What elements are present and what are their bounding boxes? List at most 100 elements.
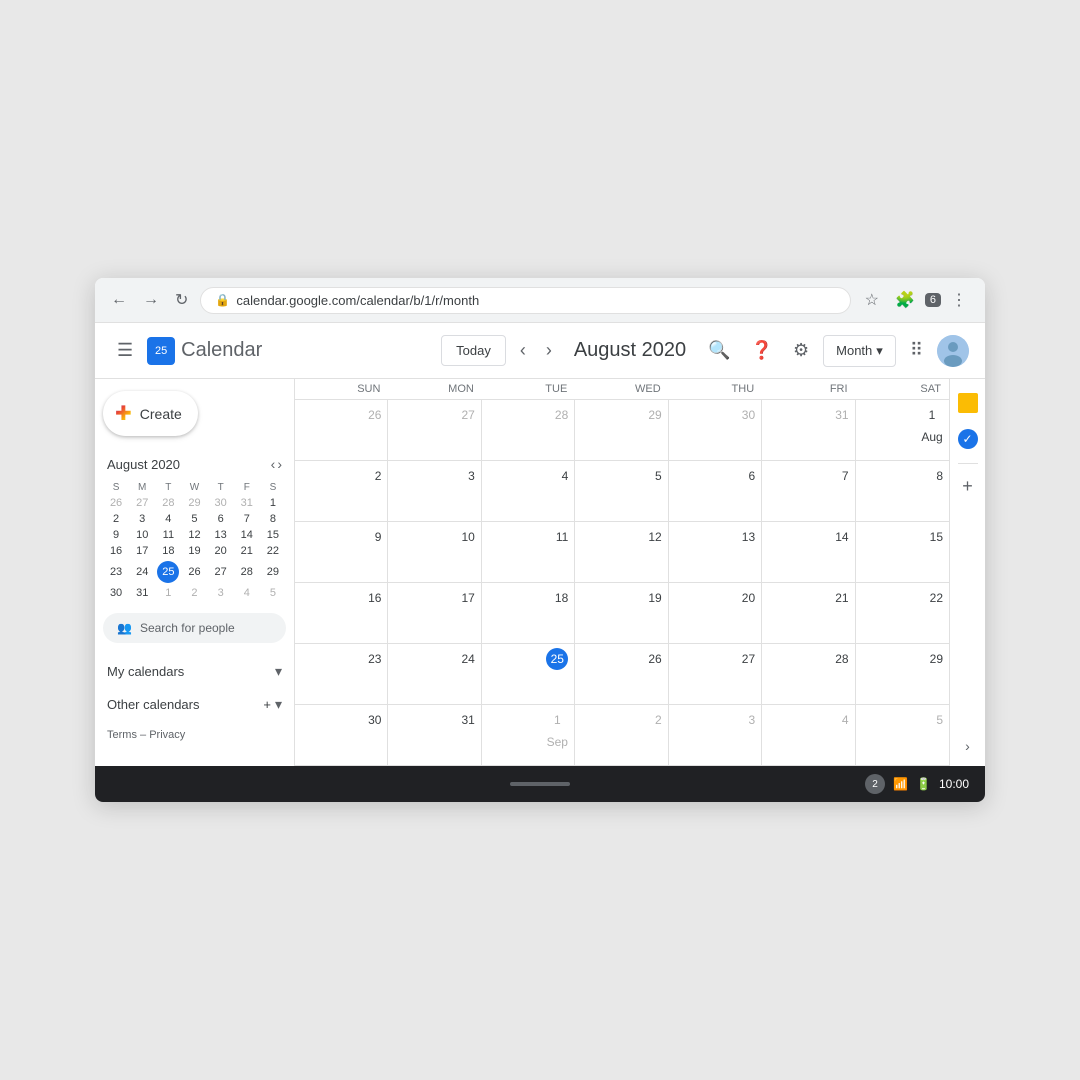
calendar-cell[interactable]: 19 xyxy=(575,583,668,643)
more-button[interactable]: ⋮ xyxy=(945,286,973,314)
mini-cal-day[interactable]: 27 xyxy=(129,495,155,511)
mini-cal-day[interactable]: 6 xyxy=(208,511,234,527)
calendar-cell[interactable]: 18 xyxy=(482,583,575,643)
mini-cal-day[interactable]: 28 xyxy=(234,559,260,585)
mini-prev-month-button[interactable]: ‹ xyxy=(271,456,276,472)
mini-cal-day[interactable]: 13 xyxy=(208,527,234,543)
mini-cal-day[interactable]: 15 xyxy=(260,527,286,543)
calendar-cell[interactable]: 21 xyxy=(762,583,855,643)
calendar-cell[interactable]: 2 xyxy=(575,705,668,765)
calendar-cell[interactable]: 20 xyxy=(669,583,762,643)
calendar-cell[interactable]: 26 xyxy=(295,400,388,460)
calendar-cell[interactable]: 15 xyxy=(856,522,949,582)
other-calendars-add-icon[interactable]: + xyxy=(263,697,271,712)
mini-cal-day[interactable]: 9 xyxy=(103,527,129,543)
mini-cal-day[interactable]: 24 xyxy=(129,559,155,585)
mini-cal-day[interactable]: 4 xyxy=(155,511,181,527)
prev-month-button[interactable]: ‹ xyxy=(514,334,532,367)
google-apps-button[interactable]: ⠿ xyxy=(904,334,929,367)
mini-cal-day[interactable]: 27 xyxy=(208,559,234,585)
calendar-cell[interactable]: 30 xyxy=(295,705,388,765)
right-chevron-button[interactable]: › xyxy=(961,734,974,758)
mini-cal-day[interactable]: 22 xyxy=(260,543,286,559)
calendar-cell[interactable]: 10 xyxy=(388,522,481,582)
today-button[interactable]: Today xyxy=(441,335,506,366)
mini-cal-day[interactable]: 16 xyxy=(103,543,129,559)
calendar-cell[interactable]: 11 xyxy=(482,522,575,582)
calendar-cell[interactable]: 6 xyxy=(669,461,762,521)
mini-cal-day[interactable]: 30 xyxy=(103,585,129,601)
right-plus-button[interactable]: + xyxy=(958,472,977,501)
mini-next-month-button[interactable]: › xyxy=(277,456,282,472)
back-button[interactable]: ← xyxy=(107,287,131,313)
mini-cal-day[interactable]: 14 xyxy=(234,527,260,543)
calendar-cell[interactable]: 23 xyxy=(295,644,388,704)
calendar-cell[interactable]: 5 xyxy=(575,461,668,521)
bookmark-button[interactable]: ☆ xyxy=(859,286,885,314)
next-month-button[interactable]: › xyxy=(540,334,558,367)
mini-cal-day[interactable]: 25 xyxy=(155,559,181,585)
calendar-cell[interactable]: 8 xyxy=(856,461,949,521)
calendar-cell[interactable]: 7 xyxy=(762,461,855,521)
calendar-cell[interactable]: 29 xyxy=(856,644,949,704)
calendar-cell[interactable]: 4 xyxy=(482,461,575,521)
search-button[interactable]: 🔍 xyxy=(702,334,736,367)
mini-cal-day[interactable]: 1 xyxy=(155,585,181,601)
calendar-cell[interactable]: 31 xyxy=(388,705,481,765)
mini-cal-day[interactable]: 23 xyxy=(103,559,129,585)
calendar-cell[interactable]: 16 xyxy=(295,583,388,643)
calendar-cell[interactable]: 29 xyxy=(575,400,668,460)
calendar-cell[interactable]: 3 xyxy=(669,705,762,765)
forward-button[interactable]: → xyxy=(139,287,163,313)
hamburger-button[interactable]: ☰ xyxy=(111,334,139,367)
mini-cal-day[interactable]: 21 xyxy=(234,543,260,559)
calendar-cell[interactable]: 13 xyxy=(669,522,762,582)
create-button[interactable]: ✚ Create xyxy=(103,391,198,436)
mini-cal-day[interactable]: 26 xyxy=(181,559,207,585)
calendar-cell[interactable]: 3 xyxy=(388,461,481,521)
calendar-cell[interactable]: 22 xyxy=(856,583,949,643)
calendar-cell[interactable]: 24 xyxy=(388,644,481,704)
calendar-cell[interactable]: 26 xyxy=(575,644,668,704)
mini-cal-day[interactable]: 28 xyxy=(155,495,181,511)
calendar-cell[interactable]: 28 xyxy=(482,400,575,460)
mini-cal-day[interactable]: 1 xyxy=(260,495,286,511)
privacy-link[interactable]: Privacy xyxy=(149,729,185,741)
mini-cal-day[interactable]: 8 xyxy=(260,511,286,527)
reload-button[interactable]: ↻ xyxy=(171,286,192,314)
mini-cal-day[interactable]: 3 xyxy=(129,511,155,527)
calendar-cell[interactable]: 30 xyxy=(669,400,762,460)
calendar-cell[interactable]: 25 xyxy=(482,644,575,704)
calendar-cell[interactable]: 4 xyxy=(762,705,855,765)
calendar-cell[interactable]: 9 xyxy=(295,522,388,582)
calendar-cell[interactable]: 31 xyxy=(762,400,855,460)
extensions-button[interactable]: 🧩 xyxy=(889,286,921,314)
people-search[interactable]: 👥 Search for people xyxy=(103,613,286,643)
mini-cal-day[interactable]: 2 xyxy=(181,585,207,601)
mini-cal-day[interactable]: 29 xyxy=(260,559,286,585)
view-selector[interactable]: Month ▾ xyxy=(823,335,896,367)
mini-cal-day[interactable]: 31 xyxy=(129,585,155,601)
mini-cal-day[interactable]: 3 xyxy=(208,585,234,601)
mini-cal-day[interactable]: 5 xyxy=(181,511,207,527)
calendar-cell[interactable]: 12 xyxy=(575,522,668,582)
mini-cal-day[interactable]: 20 xyxy=(208,543,234,559)
avatar[interactable] xyxy=(937,335,969,367)
mini-cal-day[interactable]: 19 xyxy=(181,543,207,559)
calendar-cell[interactable]: 17 xyxy=(388,583,481,643)
sticky-notes-button[interactable] xyxy=(952,387,984,419)
calendar-cell[interactable]: 5 xyxy=(856,705,949,765)
address-bar[interactable]: 🔒 calendar.google.com/calendar/b/1/r/mon… xyxy=(200,287,850,314)
mini-cal-day[interactable]: 12 xyxy=(181,527,207,543)
mini-cal-day[interactable]: 18 xyxy=(155,543,181,559)
help-button[interactable]: ❓ xyxy=(745,334,779,367)
calendar-cell[interactable]: 2 xyxy=(295,461,388,521)
mini-cal-day[interactable]: 5 xyxy=(260,585,286,601)
calendar-cell[interactable]: 27 xyxy=(669,644,762,704)
mini-cal-day[interactable]: 26 xyxy=(103,495,129,511)
tasks-button[interactable]: ✓ xyxy=(952,423,984,455)
mini-cal-day[interactable]: 11 xyxy=(155,527,181,543)
calendar-cell[interactable]: 28 xyxy=(762,644,855,704)
mini-cal-day[interactable]: 31 xyxy=(234,495,260,511)
terms-link[interactable]: Terms xyxy=(107,729,137,741)
